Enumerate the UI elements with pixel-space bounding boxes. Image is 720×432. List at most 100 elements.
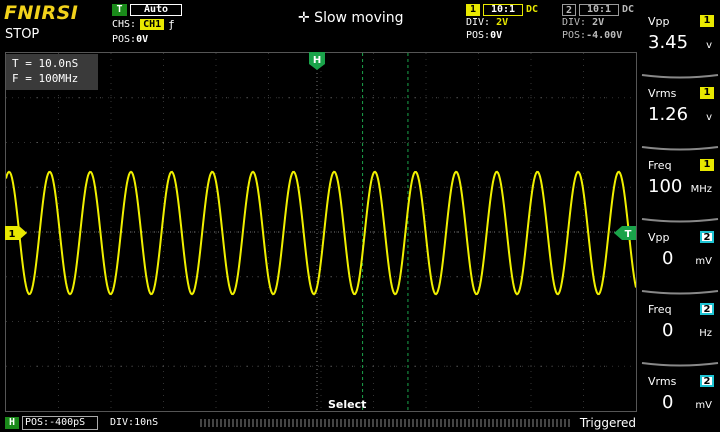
select-label[interactable]: Select	[328, 398, 366, 411]
grid-dot	[457, 365, 458, 367]
grid-dot	[194, 365, 196, 367]
grid-dot	[572, 231, 574, 233]
scroll-tick	[544, 419, 546, 427]
grid-dot	[499, 97, 500, 99]
brand-logo: FNIRSI	[4, 2, 79, 24]
grid-dot	[583, 142, 584, 143]
scroll-tick	[436, 419, 438, 427]
h-position-marker[interactable]: H	[309, 52, 325, 70]
mode-label: ✛ Slow moving	[298, 10, 404, 26]
panel-separator	[641, 74, 719, 79]
trigger-pos: 0V	[136, 34, 149, 45]
time-division[interactable]: DIV:10nS	[110, 417, 158, 428]
h-marker-label: H	[313, 55, 321, 66]
ch1-level-marker[interactable]: 1	[5, 226, 27, 240]
grid-dot	[320, 142, 322, 143]
grid-dot	[152, 231, 154, 233]
trigger-mode[interactable]: Auto	[130, 3, 182, 16]
scroll-tick	[368, 419, 370, 427]
grid-dot	[205, 97, 206, 99]
scroll-tick	[292, 419, 294, 427]
grid-dot	[499, 276, 500, 278]
ch2-info[interactable]: 2 10:1 DC DIV: 2V POS:-4.00V	[562, 2, 634, 43]
ch2-coupling: DC	[622, 4, 635, 15]
horizontal-position[interactable]: POS:-400pS	[22, 416, 98, 430]
grid-dot	[289, 142, 290, 143]
grid-dot	[520, 231, 521, 233]
grid-dot	[457, 276, 458, 278]
grid-dot	[152, 142, 154, 143]
grid-dot	[352, 97, 353, 99]
grid-dot	[404, 276, 406, 278]
ch1-pos-label: POS:	[466, 30, 491, 41]
ch2-probe[interactable]: 10:1	[579, 3, 619, 16]
trigger-source[interactable]: CH1	[140, 19, 165, 30]
grid-dot	[604, 186, 605, 188]
grid-dot	[446, 321, 448, 322]
grid-dot	[488, 97, 490, 99]
scroll-tick	[448, 419, 450, 427]
scroll-tick	[340, 419, 342, 427]
grid-dot	[530, 97, 532, 99]
scroll-tick	[352, 419, 354, 427]
grid-dot	[562, 186, 563, 188]
ch1-probe[interactable]: 10:1	[483, 3, 523, 16]
grid-dot	[541, 321, 542, 322]
ch2-pos-label: POS:	[562, 30, 587, 41]
grid-dot	[79, 365, 80, 367]
grid-dot	[436, 321, 437, 322]
scroll-tick	[400, 419, 402, 427]
grid-dot	[320, 321, 322, 322]
grid-dot	[583, 321, 584, 322]
grid-dot	[110, 276, 112, 278]
grid-dot	[583, 97, 584, 99]
grid-dot	[457, 231, 458, 233]
run-state[interactable]: STOP	[5, 27, 39, 42]
grid-dot	[184, 321, 185, 322]
scroll-tick	[220, 419, 222, 427]
trigger-level-marker[interactable]: T	[614, 226, 636, 240]
grid-dot	[320, 276, 322, 278]
scroll-tick	[376, 419, 378, 427]
trigger-settings[interactable]: T Auto CHS: CH1 ƒ POS: 0V	[112, 2, 182, 47]
grid-dot	[194, 97, 196, 99]
grid-dot	[530, 142, 532, 143]
grid-dot	[457, 97, 458, 99]
waveform-svg[interactable]	[6, 53, 636, 411]
scroll-tick	[308, 419, 310, 427]
grid-dot	[320, 186, 322, 188]
grid-dot	[289, 321, 290, 322]
scroll-tick	[320, 419, 322, 427]
grid-dot	[436, 186, 437, 188]
grid-dot	[394, 321, 395, 322]
grid-dot	[100, 142, 101, 143]
scroll-tick	[552, 419, 554, 427]
grid-dot	[562, 365, 563, 367]
grid-dot	[247, 142, 248, 143]
trigger-source-label: CHS:	[112, 19, 137, 30]
grid-dot	[530, 321, 532, 322]
grid-dot	[163, 186, 164, 188]
grid-dot	[394, 186, 395, 188]
grid-dot	[152, 97, 154, 99]
grid-dot	[404, 97, 406, 99]
period-readout: T = 10.0nS	[12, 57, 79, 70]
grid-dot	[373, 186, 374, 188]
grid-dot	[68, 142, 70, 143]
grid-dot	[184, 186, 185, 188]
grid-dot	[58, 321, 59, 322]
grid-dot	[205, 186, 206, 188]
scroll-tick	[540, 419, 542, 427]
grid-dot	[352, 231, 353, 233]
grid-dot	[68, 97, 70, 99]
horizontal-scroll-track[interactable]	[200, 418, 570, 428]
waveform-display[interactable]	[5, 52, 637, 412]
grid-dot	[436, 231, 437, 233]
ch2-pos: -4.00V	[586, 30, 623, 41]
grid-dot	[457, 186, 458, 188]
grid-dot	[79, 97, 80, 99]
grid-dot	[478, 97, 479, 99]
grid-dot	[100, 321, 101, 322]
ch1-info[interactable]: 1 10:1 DC DIV: 2V POS:0V	[466, 2, 538, 43]
scroll-tick	[564, 419, 566, 427]
